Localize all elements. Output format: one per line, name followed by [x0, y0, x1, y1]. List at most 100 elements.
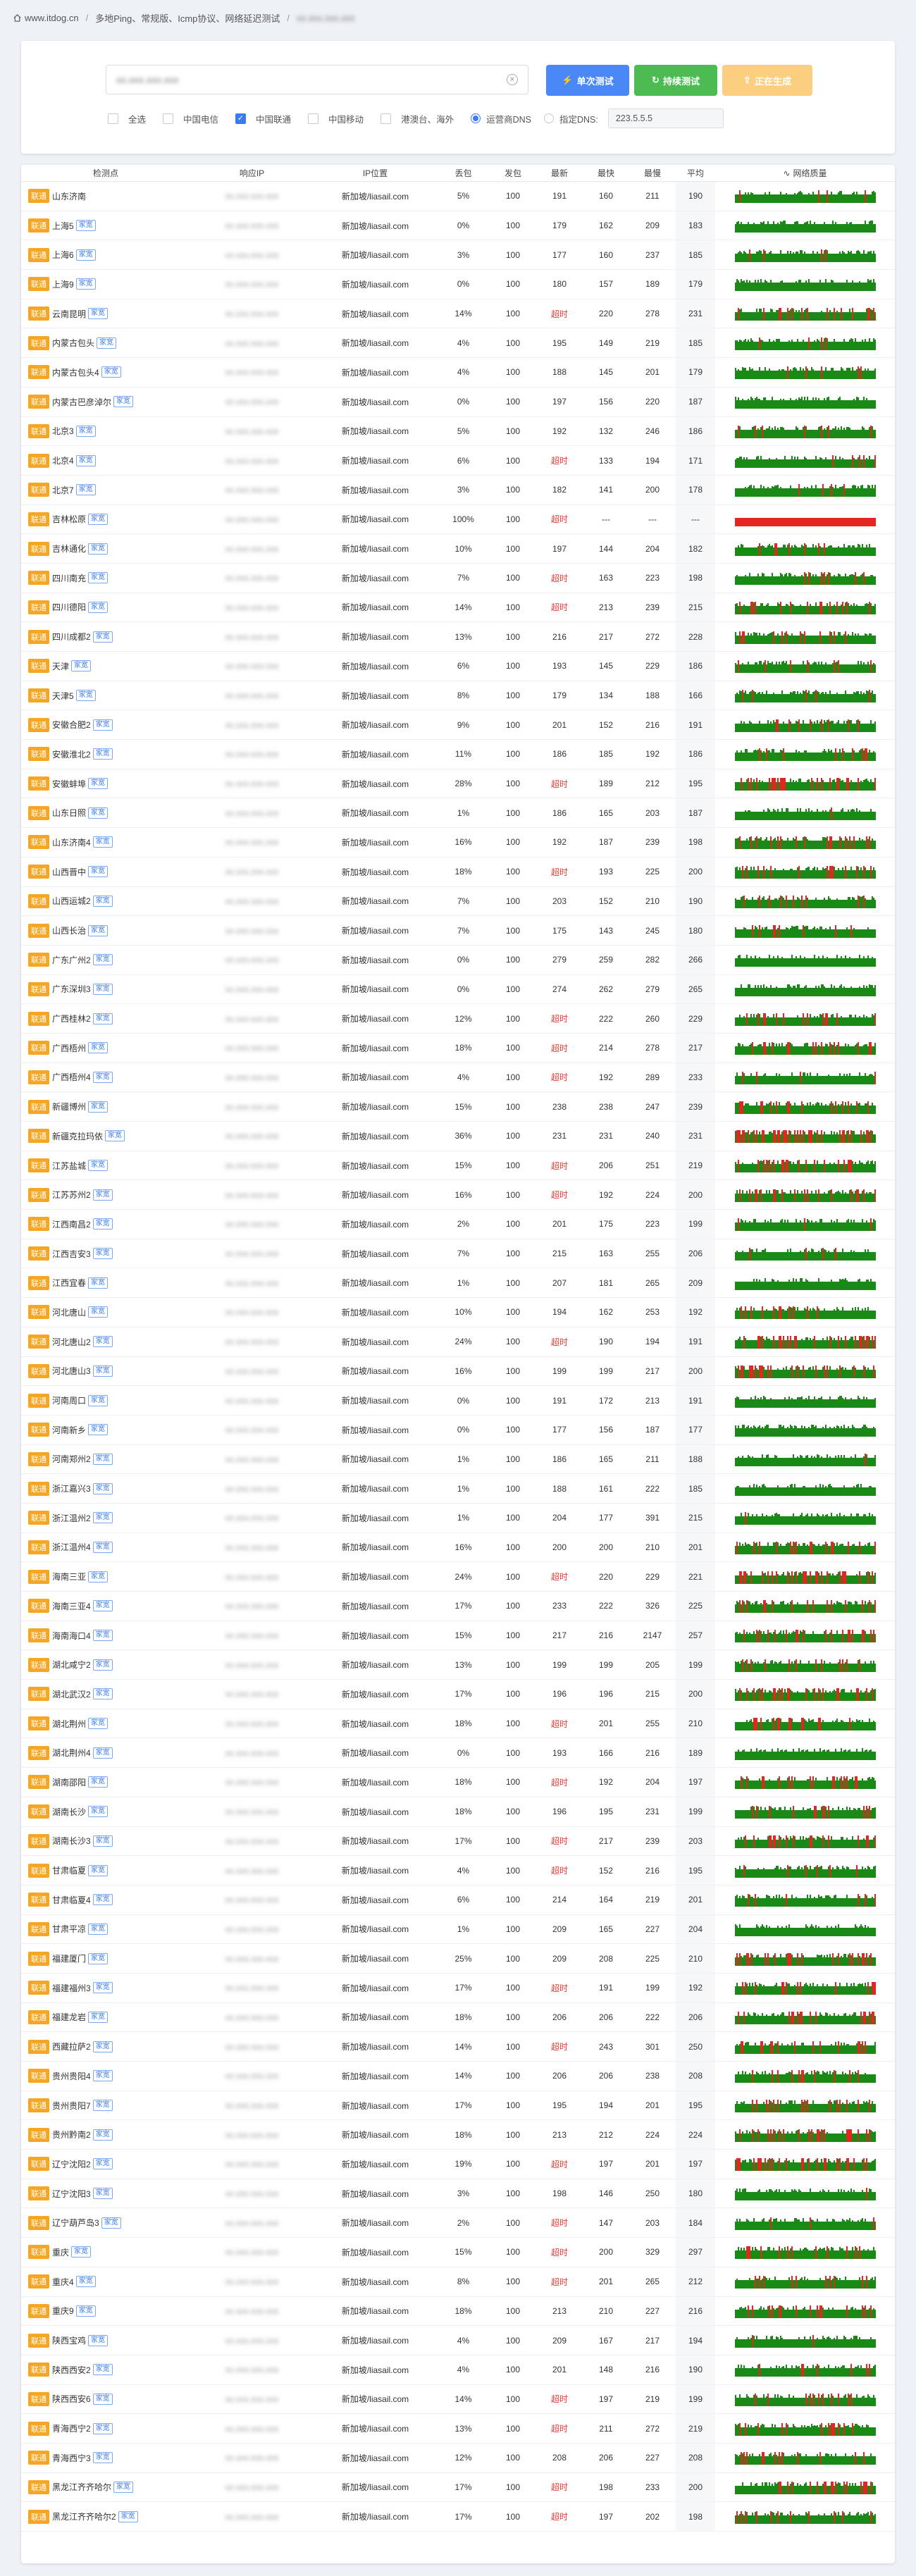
latency-spike — [791, 1308, 793, 1311]
checkbox-telecom[interactable] — [163, 113, 174, 124]
col-quality[interactable]: ∿ 网络质量 — [715, 167, 895, 179]
checkbox-unicom[interactable]: ✓ — [235, 113, 247, 124]
table-row: 联通 湖北武汉2 家宽 xx.xxx.xxx.xxx 新加坡/liasail.com 17… — [21, 1680, 895, 1709]
home-icon[interactable] — [13, 13, 22, 23]
cell-latest: 超时 — [550, 2277, 568, 2287]
location-name: 陕西宝鸡 — [52, 2336, 87, 2346]
latency-spike — [781, 2367, 783, 2369]
location-name: 浙江温州4 — [52, 1542, 91, 1553]
latency-spike — [836, 1865, 838, 1869]
loss-spike — [768, 2305, 770, 2318]
latency-spike — [871, 1160, 873, 1165]
clear-circle-icon[interactable]: × — [507, 74, 518, 85]
loss-spike — [862, 866, 865, 879]
col-fastest[interactable]: 最快 — [583, 167, 629, 179]
col-latest[interactable]: 最新 — [536, 167, 583, 179]
col-average[interactable]: 平均 — [676, 167, 715, 179]
latency-spike — [812, 2425, 814, 2427]
generate-button[interactable]: ⇪ 正在生成 — [722, 65, 812, 96]
latency-spike — [833, 2219, 835, 2222]
cell-fastest: 157 — [598, 279, 614, 290]
latency-spike — [822, 1750, 824, 1752]
checkbox-all[interactable] — [108, 113, 118, 124]
latency-spike — [806, 839, 808, 841]
continuous-test-button[interactable]: ↻ 持续测试 — [634, 65, 717, 96]
latency-spike — [767, 807, 769, 812]
latency-spike — [798, 984, 800, 988]
latency-spike — [802, 2217, 804, 2222]
filter-overseas[interactable]: 港澳台、海外 — [380, 112, 454, 125]
quality-base — [734, 459, 876, 468]
latency-spike — [789, 485, 791, 489]
col-ip-location[interactable]: IP位置 — [314, 167, 437, 179]
cell-ip-location: 新加坡/liasail.com — [341, 1924, 409, 1935]
latency-spike — [755, 1278, 757, 1282]
latency-spike — [772, 1102, 774, 1106]
dns-custom-option[interactable]: 指定DNS: — [543, 112, 598, 125]
latency-spike — [774, 2191, 776, 2193]
latency-spike — [844, 2073, 846, 2075]
quality-bar — [734, 454, 876, 468]
latency-spike — [857, 249, 859, 254]
latency-spike — [815, 455, 817, 459]
radio-custom-dns[interactable] — [543, 113, 554, 123]
filter-all[interactable]: 全选 — [108, 112, 146, 125]
filter-mobile[interactable]: 中国移动 — [308, 112, 364, 125]
loss-spike — [751, 2305, 753, 2318]
cell-quality — [715, 1188, 895, 1202]
cell-quality — [715, 953, 895, 967]
target-input[interactable]: xx.xxx.xxx.xxx × — [106, 65, 528, 94]
col-loss[interactable]: 丢包 — [437, 167, 490, 179]
latency-spike — [824, 751, 827, 753]
radio-operator-dns[interactable] — [471, 113, 481, 123]
loss-spike — [792, 1806, 794, 1819]
latency-spike — [771, 2423, 773, 2427]
latency-spike — [771, 309, 773, 313]
latency-spike — [744, 2042, 746, 2045]
pulse-icon: ∿ — [783, 168, 791, 178]
cell-loss: 13% — [454, 2423, 472, 2434]
loss-spike — [865, 2481, 867, 2494]
cell-slowest: 220 — [645, 397, 660, 407]
latency-spike — [816, 2337, 818, 2339]
latency-spike — [806, 1895, 808, 1899]
latency-spike — [737, 1456, 739, 1458]
breadcrumb-page[interactable]: 多地Ping、常规版、Icmp协议、网络延迟测试 — [95, 11, 280, 25]
loss-spike — [762, 866, 765, 879]
filter-unicom[interactable]: ✓ 中国联通 — [235, 112, 291, 125]
cell-sent: 100 — [505, 1983, 521, 1993]
latency-spike — [740, 750, 742, 753]
loss-spike — [803, 836, 805, 850]
latency-spike — [772, 749, 774, 753]
col-response-ip[interactable]: 响应IP — [190, 167, 314, 179]
latency-spike — [822, 1514, 824, 1517]
loss-spike — [796, 2452, 798, 2465]
single-test-button[interactable]: ⚡ 单次测试 — [546, 65, 629, 96]
col-sent[interactable]: 发包 — [490, 167, 536, 179]
cell-fastest: 195 — [598, 1807, 614, 1817]
dns-operator-option[interactable]: 运营商DNS — [471, 112, 531, 125]
checkbox-mobile[interactable] — [308, 113, 319, 124]
latency-spike — [822, 837, 824, 841]
filter-telecom[interactable]: 中国电信 — [163, 112, 218, 125]
latency-spike — [796, 2482, 798, 2486]
checkbox-overseas[interactable] — [380, 113, 392, 124]
custom-dns-input[interactable]: 223.5.5.5 — [607, 109, 724, 128]
breadcrumb-site[interactable]: www.itdog.cn — [25, 13, 79, 23]
loss-spike — [817, 190, 819, 204]
latency-spike — [755, 251, 757, 254]
latency-spike — [840, 984, 842, 988]
latency-spike — [848, 339, 850, 342]
quality-bar — [734, 1071, 876, 1084]
latency-spike — [784, 1397, 786, 1399]
latency-spike — [737, 397, 739, 401]
latency-spike — [737, 1749, 739, 1752]
latency-spike — [855, 2367, 858, 2369]
latency-spike — [760, 984, 762, 988]
col-location[interactable]: 检测点 — [21, 167, 190, 179]
latency-spike — [747, 2424, 749, 2427]
col-slowest[interactable]: 最慢 — [629, 167, 676, 179]
isp-badge: 联通 — [28, 865, 49, 879]
quality-base — [734, 253, 876, 262]
cell-latest: 195 — [552, 2100, 567, 2111]
